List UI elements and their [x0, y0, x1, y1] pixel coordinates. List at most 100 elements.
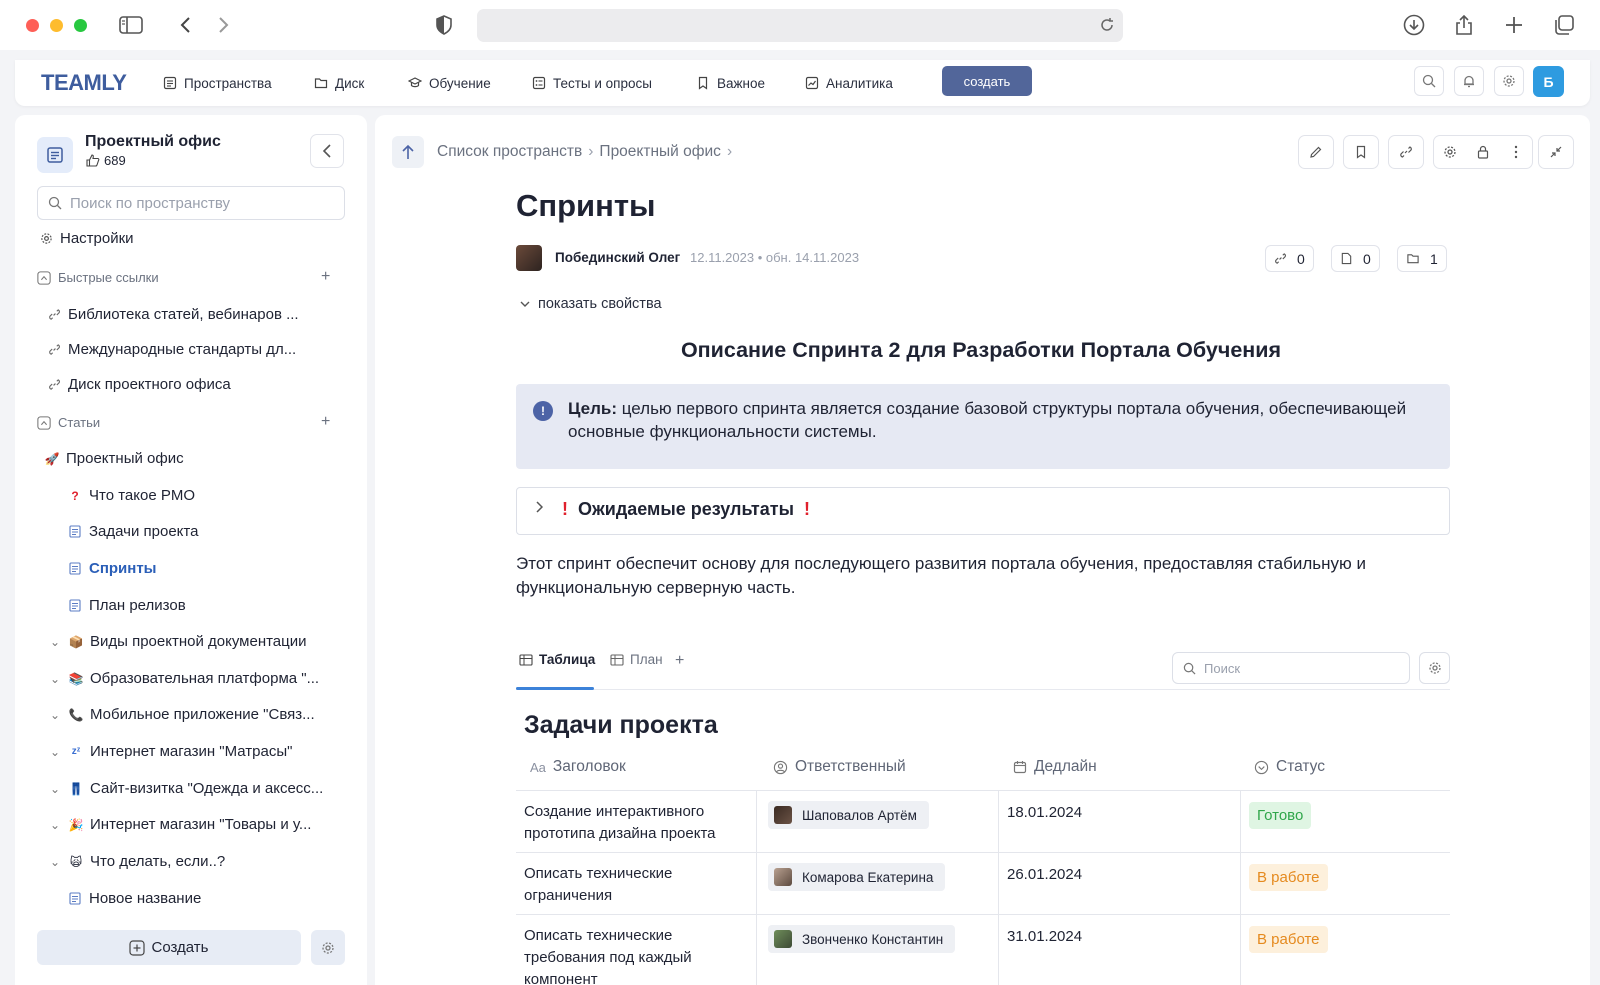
nav-analytics[interactable]: Аналитика	[805, 72, 893, 94]
deadline-cell[interactable]: 26.01.2024	[1007, 866, 1082, 883]
column-header-status[interactable]: Статус	[1254, 758, 1325, 776]
sidebar-article-item[interactable]: ⌄ 👖 Сайт-визитка "Одежда и аксесс...	[48, 780, 323, 797]
notifications-button[interactable]	[1454, 66, 1484, 96]
tab-table[interactable]: Таблица	[519, 652, 595, 667]
table-search-input[interactable]	[1204, 660, 1394, 676]
sidebar-article-item[interactable]: ? Что такое PMO	[68, 487, 195, 504]
maximize-window-button[interactable]	[74, 19, 87, 32]
minimize-window-button[interactable]	[50, 19, 63, 32]
reload-icon[interactable]	[1099, 17, 1115, 33]
assignee-name: Комарова Екатерина	[802, 869, 934, 885]
link-icon	[1389, 136, 1423, 168]
sidebar-article-item[interactable]: Задачи проекта	[68, 523, 198, 540]
copy-link-button[interactable]	[1388, 135, 1424, 169]
close-window-button[interactable]	[26, 19, 39, 32]
tab-plan[interactable]: План	[610, 652, 663, 667]
pages-count-button[interactable]: 0	[1331, 245, 1380, 272]
tests-icon	[532, 76, 546, 90]
sidebar-create-button[interactable]: Создать	[37, 930, 301, 965]
teamly-logo[interactable]: TEAMLY	[41, 70, 127, 96]
download-icon[interactable]	[1401, 12, 1427, 38]
sidebar-article-item[interactable]: Новое название	[68, 890, 201, 907]
chevron-down-icon: ⌄	[49, 707, 61, 722]
nav-learning[interactable]: Обучение	[408, 72, 491, 94]
sidebar-article-item[interactable]: ⌄ 🎉 Интернет магазин "Товары и у...	[48, 816, 311, 833]
status-badge[interactable]: В работе	[1249, 864, 1328, 891]
status-badge[interactable]: Готово	[1249, 802, 1312, 829]
deadline-cell[interactable]: 31.01.2024	[1007, 928, 1082, 945]
sidebar-article-item[interactable]: ⌄ 🙀 Что делать, если..?	[48, 853, 225, 870]
deadline-cell[interactable]: 18.01.2024	[1007, 804, 1082, 821]
quick-link-item[interactable]: Международные стандарты дл...	[47, 341, 296, 358]
column-header-title[interactable]: Aa Заголовок	[530, 758, 626, 776]
sidebar-article-item[interactable]: ⌄ zᶻ Интернет магазин "Матрасы"	[48, 743, 293, 760]
quick-link-item[interactable]: Диск проектного офиса	[47, 376, 231, 393]
user-avatar[interactable]: Б	[1533, 66, 1564, 97]
nav-disk[interactable]: Диск	[314, 72, 364, 94]
share-icon[interactable]	[1451, 12, 1477, 38]
back-icon[interactable]	[172, 12, 198, 38]
nav-tests-label: Тесты и опросы	[553, 75, 652, 91]
status-badge[interactable]: В работе	[1249, 926, 1328, 953]
space-search[interactable]	[37, 186, 345, 220]
assignee-chip[interactable]: Звонченко Константин	[768, 925, 956, 953]
assignee-chip[interactable]: Шаповалов Артём	[768, 801, 929, 829]
create-button[interactable]: создать	[942, 66, 1032, 96]
articles-section[interactable]: Статьи	[37, 415, 100, 430]
sidebar-article-item[interactable]: План релизов	[68, 597, 186, 614]
settings-button[interactable]	[1494, 66, 1524, 96]
shield-icon[interactable]	[431, 12, 457, 38]
sidebar-toggle-icon[interactable]	[118, 12, 144, 38]
sidebar-settings-button[interactable]	[311, 930, 345, 965]
nav-important[interactable]: Важное	[696, 72, 765, 94]
add-view-button[interactable]: +	[675, 652, 684, 670]
sidebar-article-item[interactable]: ⌄ 📦 Виды проектной документации	[48, 633, 307, 650]
sidebar-article-item[interactable]: ⌄ 📞 Мобильное приложение "Связ...	[48, 706, 315, 723]
chevron-right-icon[interactable]	[535, 500, 544, 518]
column-header-deadline[interactable]: Дедлайн	[1013, 758, 1097, 776]
search-button[interactable]	[1414, 66, 1444, 96]
breadcrumb-item[interactable]: Проектный офис	[599, 143, 721, 161]
collapse-sidebar-button[interactable]	[310, 134, 344, 168]
gear-icon[interactable]	[1434, 136, 1467, 168]
jeans-icon: 👖	[68, 781, 84, 796]
sidebar-article-item[interactable]: 🚀 Проектный офис	[45, 450, 184, 467]
space-icon	[37, 137, 73, 173]
edit-button[interactable]	[1298, 135, 1334, 169]
space-title[interactable]: Проектный офис	[85, 133, 221, 151]
add-quick-link-button[interactable]: +	[321, 268, 330, 286]
space-likes[interactable]: 689	[86, 153, 126, 168]
collapse-view-button[interactable]	[1538, 135, 1574, 169]
nav-spaces[interactable]: Пространства	[163, 72, 272, 94]
table-settings-button[interactable]	[1419, 652, 1450, 684]
add-article-button[interactable]: +	[321, 413, 330, 431]
space-search-input[interactable]	[70, 194, 320, 212]
column-header-assignee[interactable]: Ответственный	[773, 758, 906, 776]
lock-icon[interactable]	[1467, 136, 1500, 168]
quick-links-section[interactable]: Быстрые ссылки	[37, 270, 159, 285]
sidebar-article-item[interactable]: ⌄ 📚 Образовательная платформа "...	[48, 670, 319, 687]
breadcrumb-item[interactable]: Список пространств	[437, 143, 582, 161]
assignee-chip[interactable]: Комарова Екатерина	[768, 863, 946, 891]
nav-tests[interactable]: Тесты и опросы	[532, 72, 652, 94]
task-title-cell[interactable]: Описать технические требования под кажды…	[524, 925, 744, 985]
folders-count-button[interactable]: 1	[1397, 245, 1447, 272]
author-name[interactable]: Побединский Олег	[555, 250, 680, 265]
address-bar[interactable]	[477, 9, 1123, 42]
tabs-overview-icon[interactable]	[1551, 12, 1577, 38]
quick-link-item[interactable]: Библиотека статей, вебинаров ...	[47, 306, 299, 323]
table-search[interactable]	[1172, 652, 1410, 684]
show-properties-toggle[interactable]: показать свойства	[520, 296, 662, 312]
author-avatar[interactable]	[516, 245, 542, 271]
go-up-button[interactable]	[392, 136, 424, 168]
more-vertical-icon[interactable]	[1499, 136, 1532, 168]
links-count-button[interactable]: 0	[1265, 245, 1314, 272]
forward-icon[interactable]	[211, 12, 237, 38]
sidebar-article-item-active[interactable]: Спринты	[68, 560, 157, 577]
sidebar-settings[interactable]: Настройки	[39, 230, 134, 247]
task-title-cell[interactable]: Создание интерактивного прототипа дизайн…	[524, 801, 744, 845]
task-title-cell[interactable]: Описать технические ограничения	[524, 863, 744, 907]
bookmark-button[interactable]	[1343, 135, 1379, 169]
new-tab-icon[interactable]	[1501, 12, 1527, 38]
article-label: Новое название	[89, 890, 202, 907]
